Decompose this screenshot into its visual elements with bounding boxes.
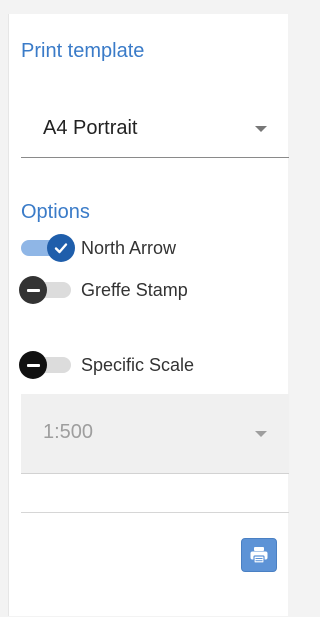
options-heading: Options — [21, 201, 90, 223]
print-panel: Print template A4 Portrait Options North… — [8, 14, 289, 616]
print-template-value: A4 Portrait — [43, 117, 138, 139]
toggle-knob — [19, 351, 47, 379]
scale-select: 1:500 — [21, 394, 289, 474]
toggle-knob — [47, 234, 75, 262]
north-arrow-label: North Arrow — [81, 238, 177, 258]
dropdown-caret-icon — [255, 431, 267, 437]
dropdown-caret-icon — [255, 126, 267, 132]
specific-scale-toggle[interactable]: Specific Scale — [19, 351, 281, 379]
scale-value: 1:500 — [43, 421, 94, 443]
toggle-knob — [19, 276, 47, 304]
greffe-stamp-toggle[interactable]: Greffe Stamp — [19, 276, 281, 304]
specific-scale-label: Specific Scale — [81, 355, 195, 375]
print-template-select[interactable]: A4 Portrait — [21, 98, 289, 158]
minus-icon — [26, 363, 40, 367]
print-button[interactable] — [241, 538, 277, 572]
print-template-heading: Print template — [21, 40, 145, 62]
minus-icon — [26, 288, 40, 292]
north-arrow-toggle[interactable]: North Arrow — [21, 234, 281, 262]
printer-icon — [250, 547, 268, 564]
greffe-stamp-label: Greffe Stamp — [81, 280, 188, 300]
divider — [21, 512, 289, 513]
checkmark-icon — [54, 243, 68, 254]
